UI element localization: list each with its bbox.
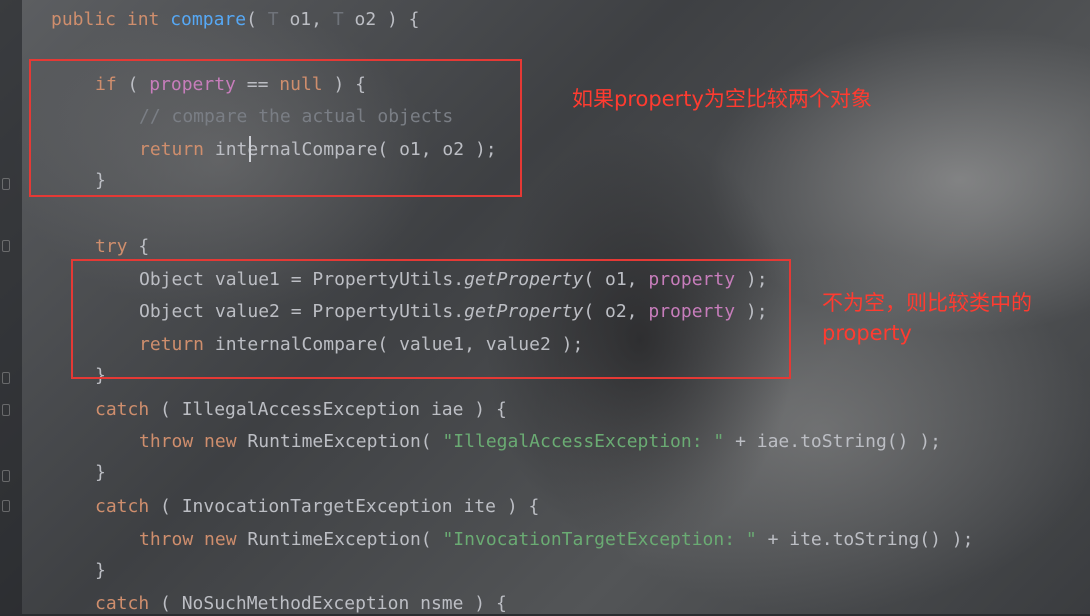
- annotation-note-null: 如果property为空比较两个对象: [572, 87, 872, 111]
- code-token: ( InvocationTargetException ite ) {: [160, 496, 540, 517]
- keyword-token: new: [204, 431, 248, 452]
- annotation-note-property: property: [822, 321, 912, 345]
- code-line[interactable]: catch ( NoSuchMethodException nsme ) {: [95, 592, 507, 616]
- annotation-box-null-check: [29, 59, 522, 197]
- code-token: }: [95, 560, 106, 581]
- method-name-token: compare: [170, 9, 247, 30]
- keyword-token: throw: [139, 431, 205, 452]
- code-token: o1,: [289, 9, 333, 30]
- code-line[interactable]: catch ( InvocationTargetException ite ) …: [95, 495, 539, 519]
- annotation-box-try-block: [71, 259, 791, 379]
- type-param-token: T: [332, 9, 355, 30]
- keyword-token: new: [204, 529, 248, 550]
- keyword-token: catch: [95, 399, 161, 420]
- keyword-token: throw: [139, 529, 205, 550]
- code-line[interactable]: }: [95, 461, 106, 485]
- type-param-token: T: [267, 9, 290, 30]
- code-token: }: [95, 462, 106, 483]
- code-line[interactable]: try {: [95, 235, 149, 259]
- code-line[interactable]: throw new RuntimeException( "IllegalAcce…: [139, 430, 941, 454]
- code-line[interactable]: throw new RuntimeException( "InvocationT…: [139, 528, 973, 552]
- keyword-token: int: [126, 9, 171, 30]
- keyword-token: catch: [95, 496, 161, 517]
- string-token: "InvocationTargetException: ": [442, 529, 768, 550]
- annotation-note-not-null: 不为空，则比较类中的: [822, 291, 1032, 315]
- code-line[interactable]: public int compare( T o1, T o2 ) {: [51, 8, 420, 32]
- code-token: ( NoSuchMethodException nsme ) {: [160, 593, 507, 614]
- code-token: ( IllegalAccessException iae ) {: [160, 399, 507, 420]
- code-token: (: [246, 9, 268, 30]
- code-token: + ite.toString() );: [767, 529, 974, 550]
- keyword-token: try: [95, 236, 139, 257]
- code-token: {: [138, 236, 150, 257]
- code-token: o2 ) {: [354, 9, 420, 30]
- string-token: "IllegalAccessException: ": [442, 431, 736, 452]
- code-line[interactable]: }: [95, 559, 106, 583]
- code-token: RuntimeException(: [247, 529, 443, 550]
- keyword-token: catch: [95, 593, 161, 614]
- keyword-token: public: [51, 9, 127, 30]
- code-token: RuntimeException(: [247, 431, 443, 452]
- code-line[interactable]: catch ( IllegalAccessException iae ) {: [95, 398, 507, 422]
- code-token: + iae.toString() );: [735, 431, 941, 452]
